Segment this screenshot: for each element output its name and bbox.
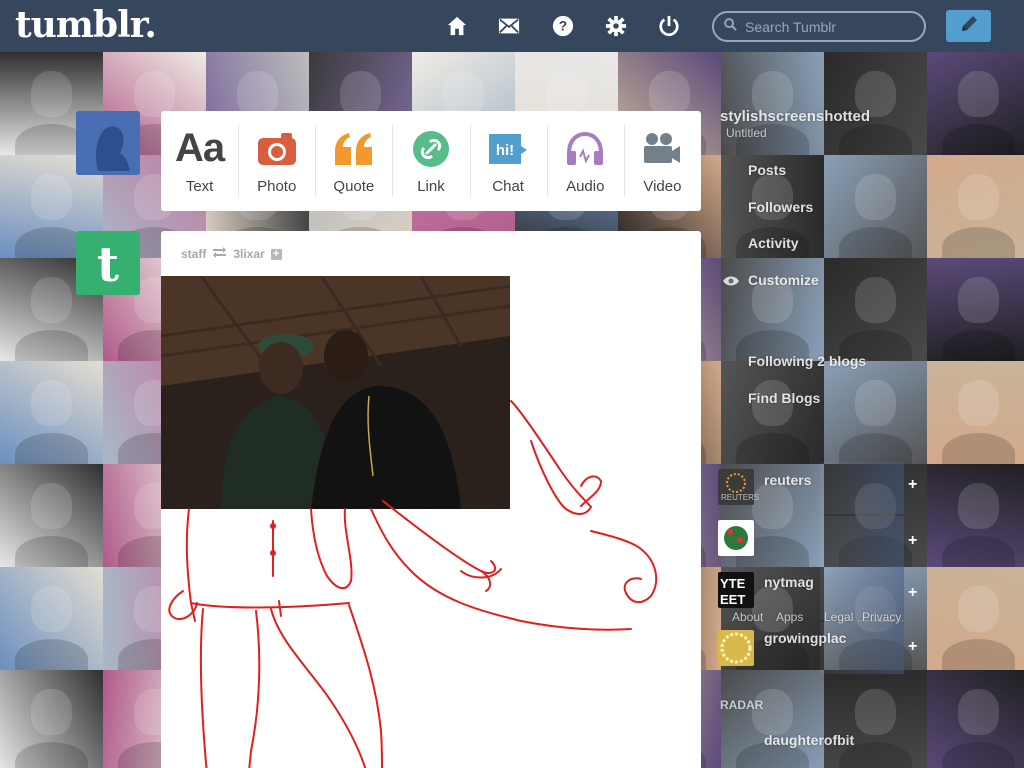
- post-type-label: Text: [185, 177, 214, 195]
- background-photo-tile: [0, 361, 103, 464]
- user-avatar[interactable]: [76, 111, 140, 175]
- blog-subtitle: Untitled: [726, 126, 767, 140]
- post-type-link-button[interactable]: Link: [392, 111, 469, 211]
- post-type-bar: Aa Text Photo Quote Link hi! Chat Audio Video: [161, 111, 701, 211]
- headphones-icon: [565, 128, 605, 170]
- blog-name[interactable]: stylishscreenshotted: [720, 108, 870, 125]
- link-icon: [412, 128, 450, 170]
- post-type-label: Audio: [566, 177, 605, 195]
- chat-icon: hi!: [487, 128, 529, 170]
- sidebar-find-blogs[interactable]: Find Blogs: [748, 390, 820, 406]
- pencil-icon: [959, 14, 979, 39]
- reblog-icon: [212, 247, 227, 261]
- logo[interactable]: tumblr.: [15, 4, 157, 46]
- post-author[interactable]: staff: [181, 247, 206, 261]
- svg-text:?: ?: [559, 19, 567, 34]
- footer-link-legal[interactable]: Legal: [824, 610, 853, 624]
- home-icon[interactable]: [445, 14, 469, 38]
- post-type-label: Link: [417, 177, 445, 195]
- background-photo-tile: [0, 464, 103, 567]
- post-type-label: Photo: [257, 177, 297, 195]
- follow-plus-icon[interactable]: +: [908, 532, 917, 550]
- post-type-audio-button[interactable]: Audio: [546, 111, 624, 211]
- mail-icon[interactable]: [497, 14, 521, 38]
- reblogged-from[interactable]: 3lixar: [233, 247, 264, 261]
- gear-icon[interactable]: [604, 14, 628, 38]
- post-type-label: Chat: [492, 177, 524, 195]
- recommended-blog-name[interactable]: daughterofbit: [764, 732, 854, 748]
- recommend-band: [820, 516, 904, 568]
- footer-link-apps[interactable]: Apps: [776, 610, 803, 624]
- post-photo[interactable]: [161, 276, 510, 509]
- svg-text:t: t: [97, 237, 119, 293]
- compose-button[interactable]: [946, 10, 991, 42]
- post-type-chat-button[interactable]: hi! Chat: [469, 111, 547, 211]
- recommended-blog-thumb[interactable]: [718, 630, 754, 666]
- post-type-video-button[interactable]: Video: [623, 111, 701, 211]
- post-header: staff 3lixar +: [181, 247, 282, 261]
- text-icon: Aa: [175, 126, 225, 170]
- post-type-label: Quote: [333, 177, 375, 195]
- background-photo-tile: [0, 670, 103, 768]
- recommended-blog-name[interactable]: reuters: [764, 472, 811, 488]
- eye-icon: [722, 274, 740, 292]
- post-type-quote-button[interactable]: Quote: [315, 111, 392, 211]
- sidebar-item-customize[interactable]: Customize: [748, 272, 819, 288]
- follow-plus-icon[interactable]: +: [908, 476, 917, 494]
- power-icon[interactable]: [657, 14, 681, 38]
- recommended-badge: REUTERS: [721, 493, 760, 502]
- search-box[interactable]: [712, 11, 926, 42]
- recommended-blog-name[interactable]: growingplac: [764, 630, 846, 646]
- dashboard-post: staff 3lixar +: [161, 231, 701, 768]
- follow-plus-icon[interactable]: +: [270, 248, 282, 260]
- search-icon: [724, 17, 737, 36]
- top-nav: tumblr. ?: [0, 0, 1024, 52]
- video-camera-icon: [642, 128, 682, 170]
- sidebar-item-activity[interactable]: Activity: [748, 235, 799, 251]
- recommended-blog-name[interactable]: nytmag: [764, 574, 814, 590]
- help-icon[interactable]: ?: [551, 14, 575, 38]
- sidebar-following[interactable]: Following 2 blogs: [748, 353, 866, 369]
- search-input[interactable]: [745, 18, 915, 35]
- svg-text:EET: EET: [720, 592, 745, 607]
- sidebar-item-followers[interactable]: Followers: [748, 199, 813, 215]
- follow-plus-icon[interactable]: +: [908, 638, 917, 656]
- recommended-blog-thumb[interactable]: [718, 520, 754, 556]
- footer-link-about[interactable]: About: [732, 610, 763, 624]
- recommended-blog-thumb[interactable]: YTE EET: [718, 572, 754, 608]
- camera-icon: [257, 128, 297, 170]
- staff-avatar[interactable]: t: [76, 231, 140, 295]
- right-sidebar: stylishscreenshotted Untitled Posts Foll…: [716, 100, 1016, 768]
- post-type-text-button[interactable]: Aa Text: [161, 111, 238, 211]
- svg-text:hi!: hi!: [496, 142, 514, 159]
- quote-icon: [333, 128, 375, 170]
- sidebar-item-posts[interactable]: Posts: [748, 162, 786, 178]
- follow-plus-icon[interactable]: +: [908, 584, 917, 602]
- footer-link-privacy[interactable]: Privacy: [862, 610, 901, 624]
- recommend-band: [820, 462, 904, 514]
- background-photo-tile: [0, 567, 103, 670]
- svg-text:YTE: YTE: [720, 576, 746, 591]
- post-type-label: Video: [643, 177, 682, 195]
- post-type-photo-button[interactable]: Photo: [238, 111, 315, 211]
- recommended-badge: RADAR: [720, 698, 764, 712]
